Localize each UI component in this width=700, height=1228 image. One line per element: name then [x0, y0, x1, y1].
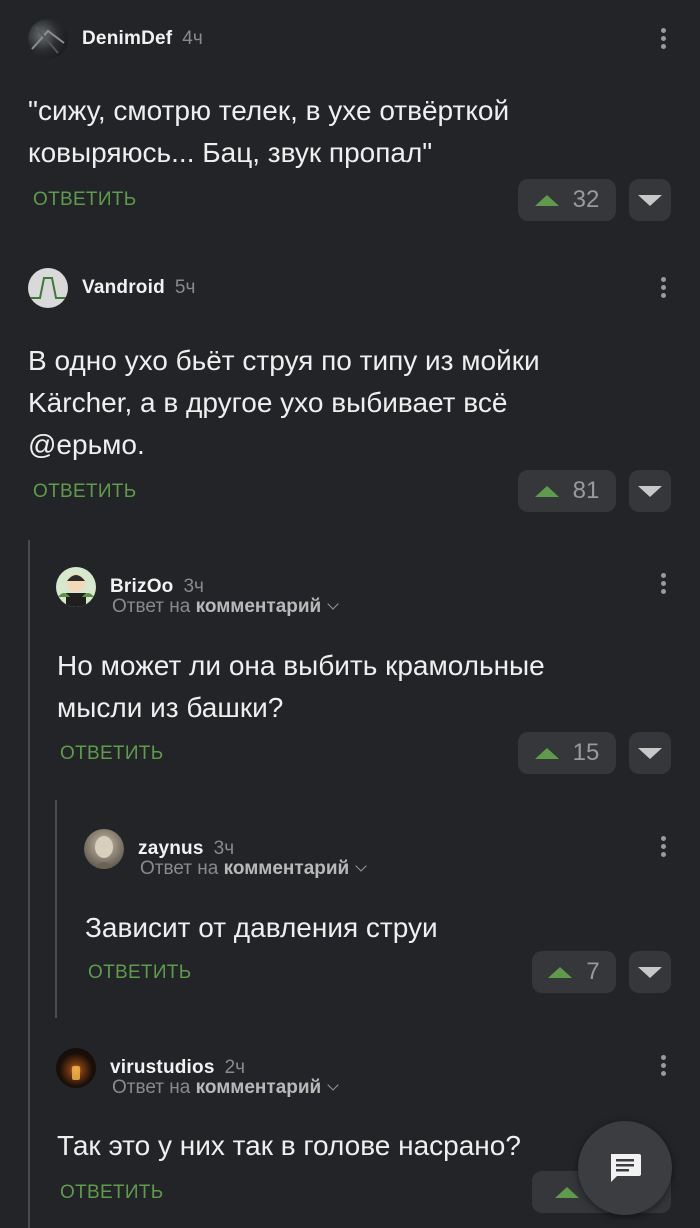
- reply-button[interactable]: ОТВЕТИТЬ: [33, 189, 136, 211]
- downvote-button[interactable]: [629, 732, 671, 774]
- reply-target: комментарий: [195, 596, 322, 617]
- triangle-up-icon: [548, 966, 573, 978]
- avatar-image-icon: [30, 277, 66, 299]
- timestamp: 2ч: [224, 1057, 246, 1078]
- more-vertical-icon[interactable]: [661, 836, 667, 860]
- username[interactable]: DenimDef: [82, 28, 172, 50]
- triangle-down-icon: [638, 747, 662, 759]
- triangle-up-icon: [534, 194, 559, 206]
- chevron-down-icon: [327, 1079, 339, 1091]
- timestamp: 5ч: [174, 277, 196, 298]
- vote-count: 32: [572, 186, 600, 213]
- triangle-up-icon: [534, 747, 559, 759]
- upvote-button[interactable]: 32: [518, 179, 616, 221]
- comment-text-line: Зависит от давления струи: [85, 912, 438, 943]
- avatar-image-icon: [72, 1066, 80, 1080]
- chevron-down-icon: [327, 598, 339, 610]
- reply-target: комментарий: [195, 1077, 322, 1098]
- avatar[interactable]: [56, 567, 96, 607]
- avatar-image-icon: [94, 836, 114, 869]
- username[interactable]: BrizOo: [110, 576, 173, 598]
- thread-line-level-1: [28, 540, 30, 1228]
- comment-text-line: @ерьмо.: [28, 429, 145, 460]
- upvote-button[interactable]: 15: [518, 732, 616, 774]
- timestamp: 4ч: [182, 28, 203, 49]
- comment-text: Так это у них так в голове насрано?: [57, 1125, 617, 1167]
- avatar[interactable]: [28, 19, 68, 59]
- write-comment-button[interactable]: [578, 1121, 672, 1215]
- more-vertical-icon[interactable]: [661, 277, 667, 301]
- vote-count: 81: [572, 477, 600, 504]
- timestamp: 3ч: [213, 838, 235, 859]
- chevron-down-icon: [355, 860, 367, 872]
- thread-line-level-2: [55, 800, 57, 1018]
- upvote-button[interactable]: 81: [518, 470, 616, 512]
- comment-text-line: В одно ухо бьёт струя по типу из мойки: [28, 345, 540, 376]
- reply-prefix: Ответ на: [112, 1077, 191, 1098]
- downvote-button[interactable]: [629, 179, 671, 221]
- vote-count: 15: [572, 739, 600, 766]
- username[interactable]: Vandroid: [82, 277, 165, 299]
- comment-text: "сижу, смотрю телек, в ухе отвёрткой ков…: [28, 90, 668, 174]
- more-vertical-icon[interactable]: [661, 28, 667, 52]
- more-vertical-icon[interactable]: [661, 573, 667, 597]
- downvote-button[interactable]: [629, 470, 671, 512]
- upvote-button[interactable]: 7: [532, 951, 616, 993]
- triangle-down-icon: [638, 485, 662, 497]
- reply-prefix: Ответ на: [140, 858, 219, 879]
- avatar[interactable]: [56, 1048, 96, 1088]
- comment-text-line: мысли из башки?: [57, 692, 284, 723]
- username[interactable]: virustudios: [110, 1057, 215, 1079]
- comment-header: DenimDef 4ч: [28, 19, 203, 59]
- triangle-up-icon: [534, 485, 559, 497]
- triangle-up-icon: [555, 1186, 579, 1198]
- avatar[interactable]: [84, 829, 124, 869]
- reply-prefix: Ответ на: [112, 596, 191, 617]
- reply-to-link[interactable]: Ответ на комментарий: [112, 1077, 339, 1099]
- avatar-image-icon: [58, 574, 94, 607]
- comment-text-line: Kärcher, а в другое ухо выбивает всё: [28, 387, 508, 418]
- comment-text: В одно ухо бьёт струя по типу из мойки K…: [28, 340, 668, 466]
- comment-text: Но может ли она выбить крамольные мысли …: [57, 645, 677, 729]
- comment-text-line: Так это у них так в голове насрано?: [57, 1130, 521, 1161]
- reply-to-link[interactable]: Ответ на комментарий: [112, 596, 339, 618]
- reply-button[interactable]: ОТВЕТИТЬ: [60, 1182, 163, 1204]
- reply-target: комментарий: [223, 858, 350, 879]
- comment-text: Зависит от давления струи: [85, 907, 665, 949]
- avatar-image-icon: [31, 26, 65, 54]
- reply-to-link[interactable]: Ответ на комментарий: [140, 858, 367, 880]
- username[interactable]: zaynus: [138, 838, 204, 860]
- downvote-button[interactable]: [629, 951, 671, 993]
- reply-button[interactable]: ОТВЕТИТЬ: [33, 481, 136, 503]
- vote-count: 7: [586, 958, 600, 985]
- comment-text-line: ковыряюсь... Бац, звук пропал": [28, 137, 433, 168]
- triangle-down-icon: [638, 194, 662, 206]
- comment-text-line: "сижу, смотрю телек, в ухе отвёрткой: [28, 95, 510, 126]
- timestamp: 3ч: [183, 576, 204, 597]
- reply-button[interactable]: ОТВЕТИТЬ: [60, 743, 163, 765]
- triangle-down-icon: [638, 966, 662, 978]
- comment-header: Vandroid 5ч: [28, 268, 195, 308]
- avatar[interactable]: [28, 268, 68, 308]
- reply-button[interactable]: ОТВЕТИТЬ: [88, 962, 191, 984]
- comment-text-line: Но может ли она выбить крамольные: [57, 650, 545, 681]
- comment-icon: [611, 1154, 641, 1182]
- more-vertical-icon[interactable]: [661, 1055, 667, 1079]
